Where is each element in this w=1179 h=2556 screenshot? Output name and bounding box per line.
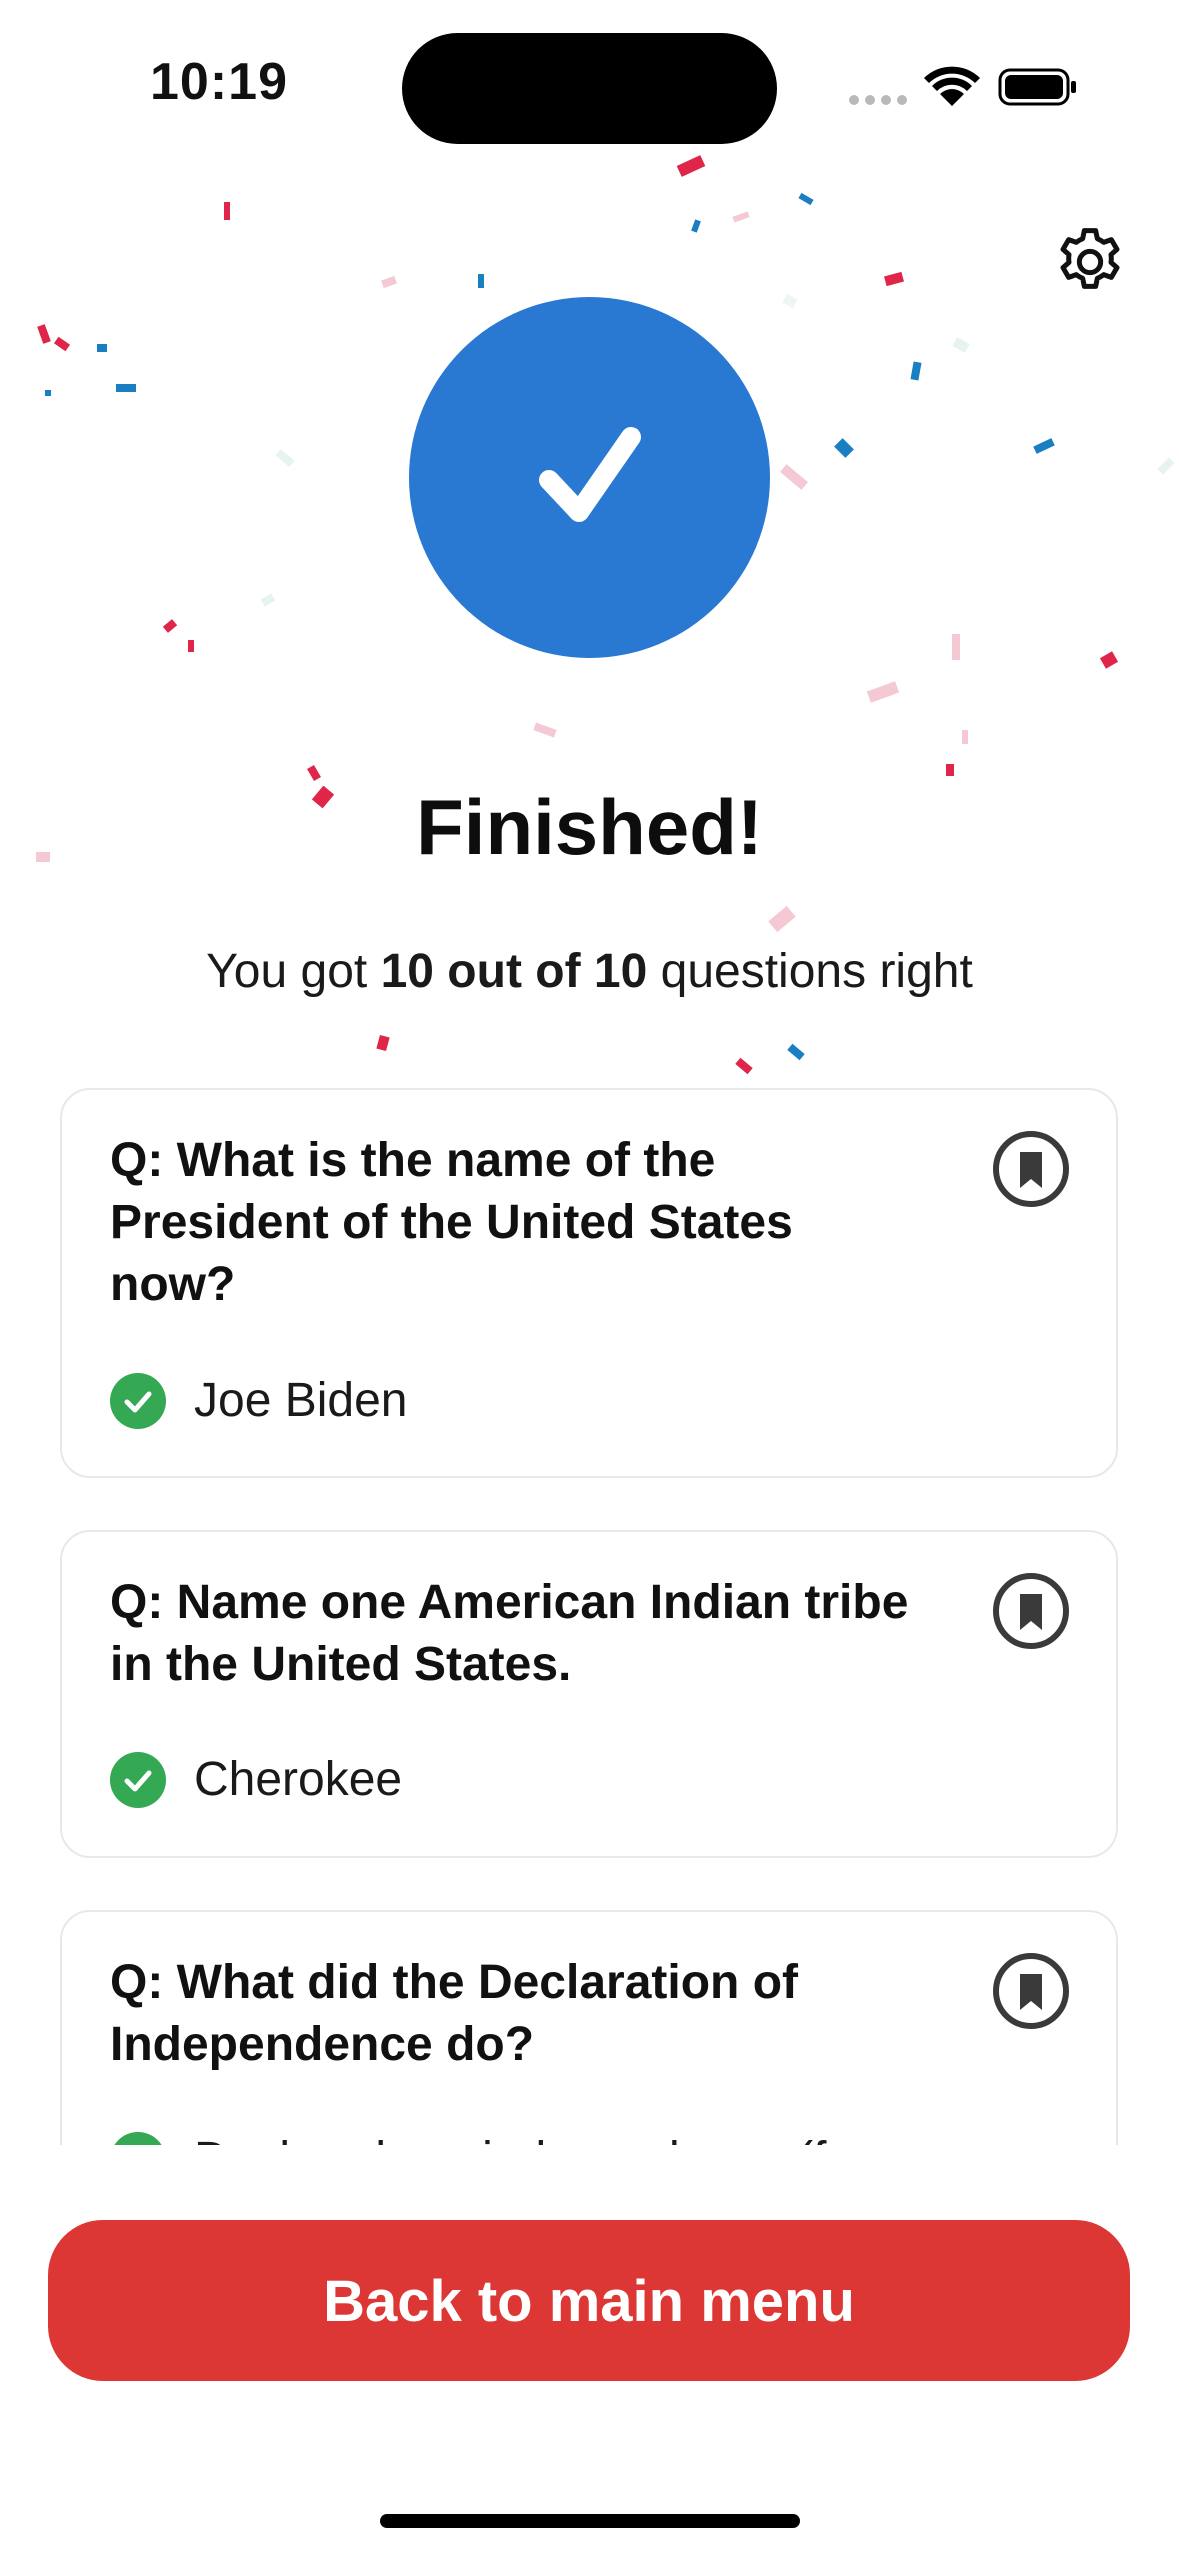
checkmark-icon	[539, 427, 641, 522]
question-card[interactable]: Q: Name one American Indian tribe in the…	[60, 1530, 1118, 1858]
question-card[interactable]: Q: What did the Declaration of Independe…	[60, 1910, 1118, 2145]
home-indicator[interactable]	[380, 2514, 800, 2528]
bookmark-button[interactable]	[992, 1130, 1070, 1208]
back-to-main-menu-button[interactable]: Back to main menu	[48, 2220, 1130, 2381]
question-text: Q: What is the name of the President of …	[110, 1134, 793, 1311]
bookmark-icon	[993, 1131, 1069, 1207]
check-circle-icon	[110, 1373, 166, 1429]
success-badge	[409, 297, 770, 658]
subtitle-prefix: You got	[206, 945, 381, 998]
subtitle-suffix: questions right	[647, 945, 973, 998]
result-title: Finished!	[416, 783, 763, 871]
wifi-icon	[924, 66, 980, 106]
status-icons	[840, 62, 1080, 112]
bookmark-icon	[993, 1573, 1069, 1649]
question-card[interactable]: Q: What is the name of the President of …	[60, 1088, 1118, 1478]
bookmark-icon	[993, 1953, 1069, 2029]
check-circle-icon	[114, 2132, 162, 2145]
answer-text: Cherokee	[194, 1753, 403, 1806]
settings-button[interactable]	[1050, 222, 1130, 302]
bookmark-button[interactable]	[992, 1952, 1070, 2030]
answer-text: Joe Biden	[194, 1374, 408, 1427]
answer-text: Declared our independence (from	[194, 2132, 909, 2145]
battery-icon	[998, 68, 1076, 106]
signal-icon	[849, 95, 907, 105]
question-text: Q: What did the Declaration of Independe…	[110, 1956, 799, 2071]
question-list[interactable]: Q: What is the name of the President of …	[0, 1085, 1179, 2145]
check-circle-icon	[110, 1752, 166, 1808]
result-subtitle: You got 10 out of 10 questions right	[0, 944, 1179, 999]
question-text: Q: Name one American Indian tribe in the…	[110, 1576, 909, 1691]
dynamic-island	[402, 33, 777, 144]
gear-icon	[1060, 228, 1120, 289]
status-time: 10:19	[150, 53, 288, 111]
score-text: 10 out of 10	[380, 945, 648, 998]
bookmark-button[interactable]	[992, 1572, 1070, 1650]
